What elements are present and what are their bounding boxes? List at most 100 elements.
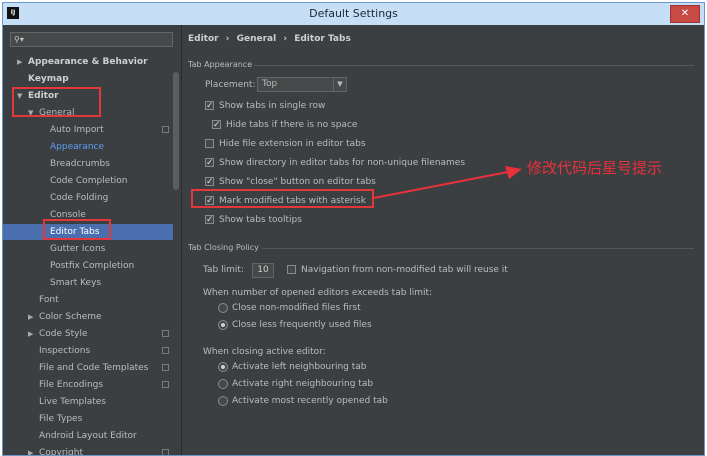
option-label: Activate right neighbouring tab (232, 379, 374, 389)
placement-value: Top (262, 79, 278, 89)
checkbox[interactable]: ✓ (205, 101, 214, 111)
sidebar-item-breadcrumbs[interactable]: Breadcrumbs (3, 156, 173, 172)
tab-limit-label: Tab limit: (203, 265, 244, 275)
sidebar-item-label: Live Templates (39, 397, 106, 407)
sidebar-item-label: File Types (39, 414, 83, 424)
option-label: Hide file extension in editor tabs (219, 139, 366, 149)
sidebar-item-label: Auto Import (50, 125, 104, 135)
annotation-text: 修改代码后星号提示 (527, 159, 663, 177)
breadcrumb-item: Editor Tabs (294, 34, 351, 44)
radio-button[interactable] (218, 303, 228, 313)
chevron-right-icon: ▶ (28, 449, 34, 456)
option-label: Activate left neighbouring tab (232, 362, 367, 372)
sidebar-item-label: Copyright (39, 448, 83, 456)
highlight-box-mark-modified (191, 189, 374, 208)
sidebar-item-label: File Encodings (39, 380, 104, 390)
sidebar-item-label: Color Scheme (39, 312, 102, 322)
close-button[interactable]: ✕ (670, 5, 700, 23)
option-label: Show "close" button on editor tabs (219, 177, 376, 187)
checkbox[interactable]: ✓ (205, 177, 214, 187)
search-icon: ⚲▾ (14, 35, 24, 44)
sidebar-item-label: Android Layout Editor (39, 431, 137, 441)
breadcrumb: Editor › General › Editor Tabs (188, 34, 355, 44)
checkbox[interactable]: ✓ (212, 120, 221, 130)
sidebar-item-label: Code Folding (50, 193, 109, 203)
section-title-tab-appearance: Tab Appearance (188, 60, 253, 69)
checkbox[interactable]: ✓ (205, 215, 214, 225)
checkbox[interactable]: ✓ (205, 158, 214, 168)
breadcrumb-separator: › (283, 34, 288, 44)
breadcrumb-item[interactable]: General (237, 34, 277, 44)
exceed-label: When number of opened editors exceeds ta… (203, 288, 433, 298)
sidebar-item-label: Code Completion (50, 176, 128, 186)
sidebar-item-copyright[interactable]: ▶ Copyright (3, 445, 173, 456)
radio-button[interactable] (218, 379, 228, 389)
sidebar-item-label: Keymap (28, 74, 69, 84)
option-label: Show tabs tooltips (219, 215, 302, 225)
sidebar-item-label: Breadcrumbs (50, 159, 110, 169)
option-label: Activate most recently opened tab (232, 396, 388, 406)
option-label: Close non-modified files first (232, 303, 361, 313)
title-bar: IJ Default Settings ✕ (3, 3, 704, 25)
option-label: Hide tabs if there is no space (226, 120, 358, 130)
sidebar-scrollbar[interactable] (173, 72, 179, 190)
chevron-right-icon: ▶ (17, 58, 23, 66)
checkbox[interactable] (205, 139, 214, 148)
copy-icon (162, 330, 169, 337)
chevron-right-icon: ▶ (28, 330, 34, 338)
sidebar-item-smart-keys[interactable]: Smart Keys (3, 275, 173, 291)
sidebar-item-live-templates[interactable]: Live Templates (3, 394, 173, 410)
option-label: Navigation from non-modified tab will re… (301, 265, 508, 275)
placement-label: Placement: (205, 80, 256, 90)
sidebar-item-file-encodings[interactable]: File Encodings (3, 377, 173, 393)
highlight-box-editor (12, 87, 101, 117)
sidebar-item-file-code-templates[interactable]: File and Code Templates (3, 360, 173, 376)
sidebar-item-auto-import[interactable]: Auto Import (3, 122, 173, 138)
checkbox[interactable] (287, 265, 296, 274)
copy-icon (162, 364, 169, 371)
tab-limit-input[interactable]: 10 (252, 263, 274, 278)
search-input[interactable] (31, 34, 166, 45)
sidebar-item-label: File and Code Templates (39, 363, 149, 373)
settings-content: Editor › General › Editor Tabs Tab Appea… (182, 25, 704, 455)
highlight-box-editor-tabs (43, 219, 111, 240)
section-title-tab-closing: Tab Closing Policy (188, 243, 259, 252)
sidebar-item-label: Code Style (39, 329, 88, 339)
copy-icon (162, 449, 169, 455)
sidebar-item-android-layout-editor[interactable]: Android Layout Editor (3, 428, 173, 444)
sidebar-item-keymap[interactable]: Keymap (3, 71, 173, 87)
radio-button[interactable] (218, 320, 228, 330)
sidebar-item-label: Appearance & Behavior (28, 57, 148, 67)
window-title: Default Settings (309, 7, 398, 20)
sidebar-item-label: Appearance (50, 142, 105, 152)
closing-label: When closing active editor: (203, 347, 326, 357)
sidebar-item-label: Gutter Icons (50, 244, 106, 254)
option-label: Show tabs in single row (219, 101, 326, 111)
sidebar-item-gutter-icons[interactable]: Gutter Icons (3, 241, 173, 257)
sidebar-item-appearance-behavior[interactable]: ▶ Appearance & Behavior (3, 54, 173, 70)
section-divider (254, 65, 694, 66)
option-label: Close less frequently used files (232, 320, 372, 330)
sidebar-item-inspections[interactable]: Inspections (3, 343, 173, 359)
sidebar-item-font[interactable]: Font (3, 292, 173, 308)
sidebar-item-code-completion[interactable]: Code Completion (3, 173, 173, 189)
breadcrumb-item[interactable]: Editor (188, 34, 219, 44)
radio-button[interactable] (218, 362, 228, 372)
sidebar-item-label: Font (39, 295, 59, 305)
sidebar-item-code-folding[interactable]: Code Folding (3, 190, 173, 206)
sidebar-item-postfix-completion[interactable]: Postfix Completion (3, 258, 173, 274)
sidebar-item-label: Inspections (39, 346, 91, 356)
section-divider (262, 248, 694, 249)
radio-button[interactable] (218, 396, 228, 406)
sidebar-item-appearance[interactable]: Appearance (3, 139, 173, 155)
sidebar-item-color-scheme[interactable]: ▶ Color Scheme (3, 309, 173, 325)
sidebar-item-label: Smart Keys (50, 278, 102, 288)
copy-icon (162, 347, 169, 354)
chevron-down-icon: ▼ (333, 78, 346, 91)
placement-select[interactable]: Top ▼ (257, 77, 347, 92)
sidebar-item-file-types[interactable]: File Types (3, 411, 173, 427)
search-field[interactable]: ⚲▾ (10, 32, 173, 47)
chevron-right-icon: ▶ (28, 313, 34, 321)
copy-icon (162, 126, 169, 133)
sidebar-item-code-style[interactable]: ▶ Code Style (3, 326, 173, 342)
